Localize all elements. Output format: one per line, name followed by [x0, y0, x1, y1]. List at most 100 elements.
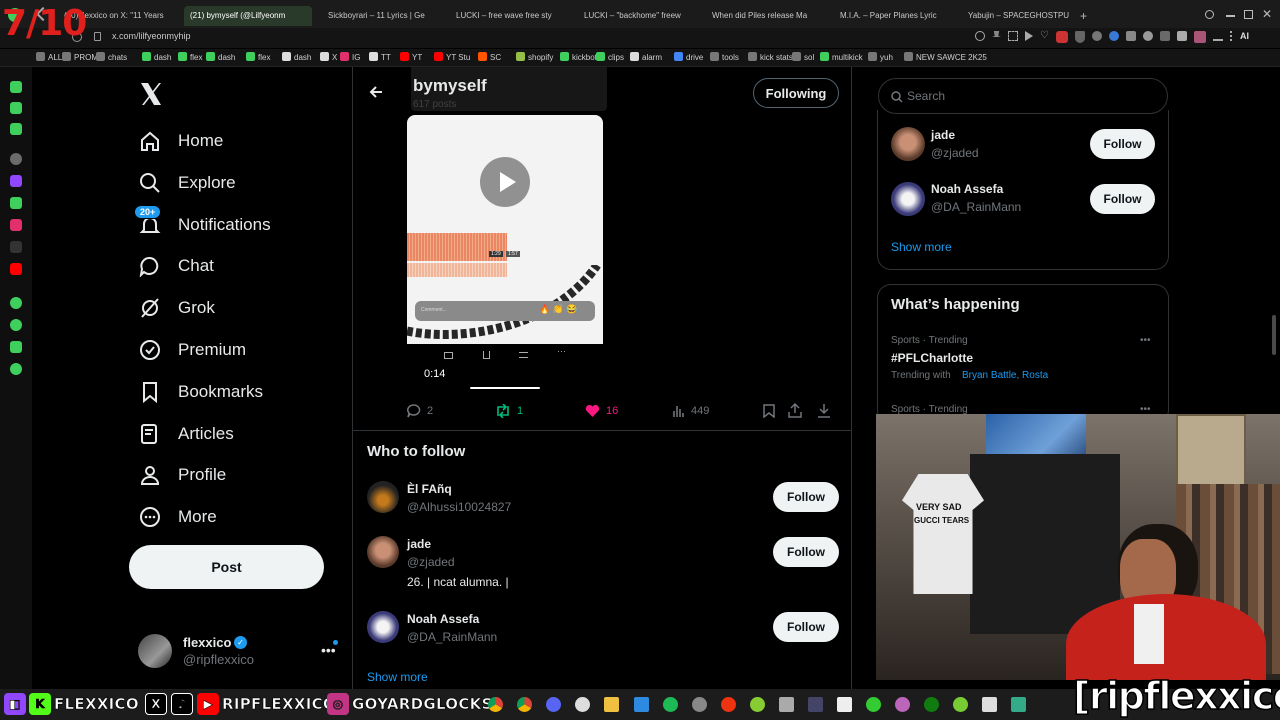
nav-home[interactable]: Home — [138, 125, 223, 157]
avatar[interactable] — [367, 536, 399, 568]
xbox-icon[interactable] — [924, 697, 939, 712]
extension-blue-icon[interactable] — [1108, 31, 1119, 41]
bookmark-item[interactable]: SC — [478, 52, 501, 62]
minimize-icon[interactable] — [1226, 15, 1235, 17]
avatar[interactable] — [367, 481, 399, 513]
bookmark-item[interactable]: NEW SAWCE 2K25 — [904, 52, 987, 62]
repost-button[interactable]: 1 — [495, 404, 523, 418]
bookmark-item[interactable]: YT Stu — [434, 52, 470, 62]
search-tabs-icon[interactable] — [1205, 10, 1214, 19]
nav-explore[interactable]: Explore — [138, 167, 236, 199]
bookmark-item[interactable]: yuh — [868, 52, 893, 62]
bookmark-item[interactable]: clips — [596, 52, 624, 62]
avatar[interactable] — [367, 611, 399, 643]
nav-more[interactable]: More — [138, 501, 217, 533]
url-field[interactable]: x.com/lilfyeonmyhip — [112, 31, 191, 41]
bookmark-post-icon[interactable] — [763, 404, 775, 423]
bookmark-item[interactable]: tools — [710, 52, 739, 62]
search-box[interactable]: Search — [878, 78, 1168, 114]
download-icon[interactable] — [1212, 31, 1223, 41]
opera-icon[interactable] — [721, 697, 736, 712]
reply-button[interactable]: 2 — [407, 404, 433, 418]
views-button[interactable]: 449 — [673, 404, 709, 417]
bookmark-item[interactable]: multikick — [820, 52, 863, 62]
avatar[interactable] — [891, 127, 925, 161]
nav-articles[interactable]: Articles — [138, 418, 234, 450]
shield-icon[interactable] — [1074, 31, 1085, 43]
close-icon[interactable]: ✕ — [1262, 7, 1272, 21]
extension-icon[interactable] — [1091, 31, 1102, 41]
tab-item-active[interactable]: (21) bymyself (@Lilfyeonm — [184, 6, 312, 26]
bookmark-item[interactable]: ALL — [36, 52, 62, 62]
app-icon[interactable] — [1011, 697, 1026, 712]
tab-item[interactable]: Sickboyrari – 11 Lyrics | Ge — [322, 6, 434, 26]
page-scrollbar[interactable] — [1272, 315, 1276, 355]
sidebar-app-icon[interactable] — [10, 319, 22, 331]
sidebar-app-icon[interactable] — [10, 102, 22, 114]
play-icon[interactable] — [1025, 31, 1033, 41]
photos-icon[interactable] — [634, 697, 649, 712]
trend-with-links[interactable]: Bryan Battle, Rosta — [962, 370, 1048, 381]
account-switcher[interactable]: flexxico ✓ @ripflexxico ••• — [138, 632, 338, 672]
discord-icon[interactable] — [546, 697, 561, 712]
zoom-icon[interactable] — [975, 31, 985, 41]
user-name[interactable]: Noah Assefa — [931, 182, 1003, 196]
grid-icon[interactable] — [808, 697, 823, 712]
user-avatar-icon[interactable] — [1193, 31, 1206, 43]
user-name[interactable]: jade — [407, 537, 431, 551]
steam-icon[interactable] — [692, 697, 707, 712]
follow-button[interactable]: Follow — [1090, 129, 1155, 159]
tab-item[interactable]: When did Piles release Ma — [706, 6, 818, 26]
settings-icon[interactable] — [10, 363, 22, 375]
back-arrow-icon[interactable] — [369, 85, 383, 99]
user-name[interactable]: Noah Assefa — [407, 612, 479, 626]
bookmark-item[interactable]: chats — [96, 52, 127, 62]
nav-chat[interactable]: Chat — [138, 250, 214, 282]
nav-premium[interactable]: Premium — [138, 334, 246, 366]
bookmark-item[interactable]: TT — [369, 52, 391, 62]
tab-item[interactable]: LUCKI – "backhome" freew — [578, 6, 690, 26]
tab-item[interactable]: M.I.A. – Paper Planes Lyric — [834, 6, 946, 26]
sidebar-app-icon[interactable] — [10, 341, 22, 353]
bookmark-item[interactable]: IG — [340, 52, 360, 62]
bookmark-item[interactable]: alarm — [630, 52, 662, 62]
sidebar-app-icon[interactable] — [10, 197, 22, 209]
nav-bookmarks[interactable]: Bookmarks — [138, 376, 263, 408]
pin-icon[interactable] — [992, 31, 1001, 37]
video-progress-bar[interactable] — [470, 387, 540, 389]
bookmark-item[interactable]: X — [320, 52, 337, 62]
chatgpt-icon[interactable] — [575, 697, 590, 712]
share-post-icon[interactable] — [788, 402, 802, 423]
bookmark-item[interactable]: shopify — [516, 52, 553, 62]
show-more-link[interactable]: Show more — [367, 670, 428, 684]
x-logo-icon[interactable] — [140, 82, 162, 106]
instagram-icon[interactable] — [10, 219, 22, 231]
post-button[interactable]: Post — [129, 545, 324, 589]
bookmark-item[interactable]: dash — [142, 52, 171, 62]
screenshot-icon[interactable] — [1008, 31, 1018, 41]
app-icon[interactable] — [895, 697, 910, 712]
trend-tag[interactable]: #PFLCharlotte — [891, 351, 973, 365]
user-name[interactable]: Èl FAñq — [407, 482, 452, 496]
tab-item[interactable]: Yabujin – SPACEGHOSTPU — [962, 6, 1074, 26]
download-post-icon[interactable] — [817, 403, 831, 423]
maximize-icon[interactable] — [1244, 10, 1253, 19]
spotify-icon[interactable] — [663, 697, 678, 712]
sidebar-app-icon[interactable] — [10, 81, 22, 93]
heart-icon[interactable]: ♡ — [1040, 31, 1049, 45]
like-button[interactable]: 16 — [585, 404, 618, 418]
sidebar-app-icon[interactable] — [10, 123, 22, 135]
new-tab-button[interactable]: + — [1078, 6, 1092, 26]
x-icon[interactable] — [10, 241, 22, 253]
extension-red-icon[interactable] — [1055, 31, 1068, 43]
follow-button[interactable]: Follow — [773, 482, 839, 512]
play-button-icon[interactable] — [480, 157, 530, 207]
ai-button[interactable]: AI — [1240, 31, 1249, 45]
bookmark-item[interactable]: YT — [400, 52, 422, 62]
menu-icon[interactable] — [1229, 31, 1233, 41]
extension-icon[interactable] — [1159, 31, 1170, 41]
sidebar-app-icon[interactable] — [10, 297, 22, 309]
puzzle-icon[interactable] — [1176, 31, 1187, 41]
sidebar-app-icon[interactable] — [10, 153, 22, 165]
app-icon[interactable] — [866, 697, 881, 712]
